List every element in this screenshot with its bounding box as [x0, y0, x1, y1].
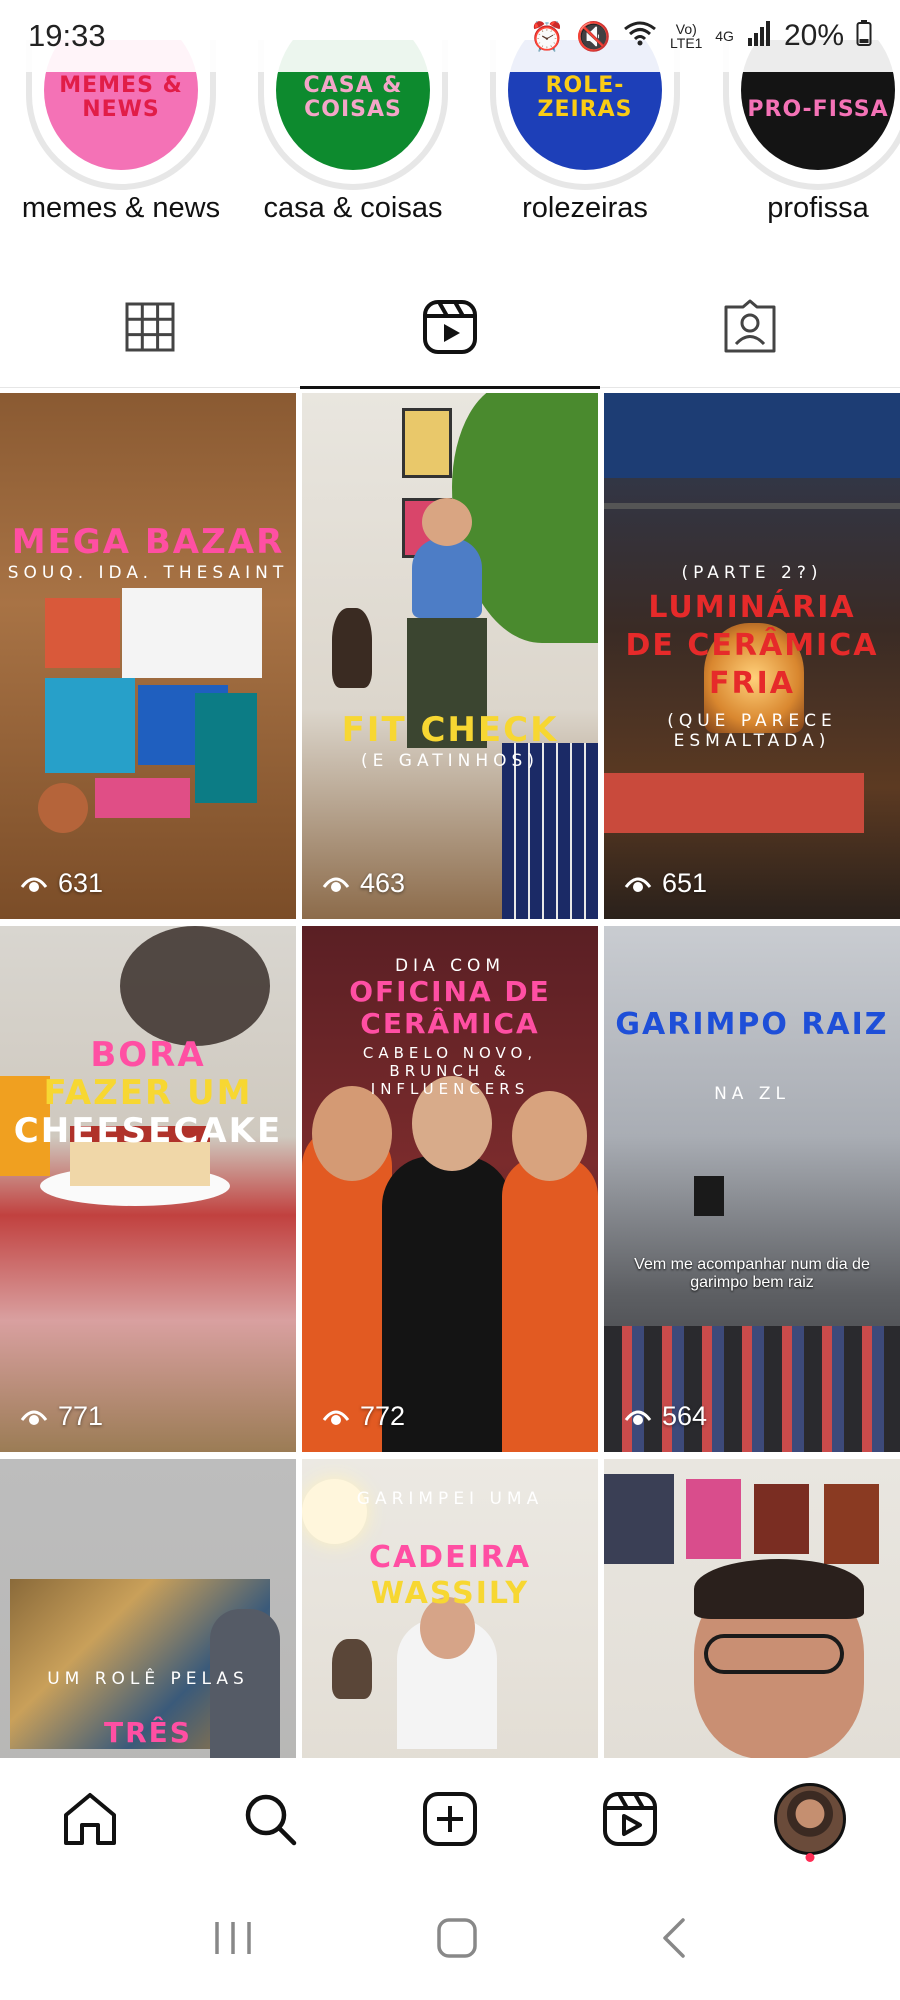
- reel-tile[interactable]: UM ROLÊ PELAS TRÊS PINACOTECAS: [0, 1459, 296, 1758]
- back-button[interactable]: [659, 1916, 689, 1965]
- view-count: 771: [20, 1401, 103, 1432]
- view-count: 631: [20, 868, 103, 899]
- home-button[interactable]: [45, 1774, 135, 1864]
- eye-icon: [20, 1410, 48, 1425]
- search-icon: [245, 1794, 297, 1846]
- mute-icon: 🔇: [576, 20, 612, 52]
- view-count: 463: [322, 868, 405, 899]
- search-button[interactable]: [225, 1774, 315, 1864]
- reel-title: BORA: [90, 1035, 206, 1075]
- reel-title-3: CHEESECAKE: [13, 1111, 283, 1151]
- signal-icon: [746, 20, 772, 53]
- notification-dot: [805, 1853, 815, 1862]
- tab-grid[interactable]: [0, 270, 300, 388]
- reel-tile[interactable]: GARIMPO RAIZ NA ZL Vem me acompanhar num…: [604, 926, 900, 1452]
- reel-title: FIT CHECK: [341, 710, 559, 750]
- highlight-label: profissa: [767, 192, 869, 224]
- reel-subtitle: SOUQ. IDA. THESAINT: [7, 563, 289, 583]
- reel-tile[interactable]: DIA COM OFICINA DE CERÂMICA CABELO NOVO,…: [302, 926, 598, 1452]
- reels-icon: [603, 1792, 657, 1846]
- reel-pretitle: GARIMPEI UMA: [356, 1489, 544, 1509]
- reel-title-2: WASSILY: [370, 1576, 530, 1611]
- tab-reels[interactable]: [300, 270, 600, 389]
- reel-subtitle: (QUE PARECE ESMALTADA): [667, 711, 837, 751]
- reel-tile[interactable]: (PARTE 2?) LUMINÁRIA DE CERÂMICA FRIA (Q…: [604, 393, 900, 919]
- tagged-icon: [722, 299, 778, 360]
- grid-icon: [124, 301, 176, 358]
- eye-icon: [624, 1410, 652, 1425]
- tab-tagged[interactable]: [600, 270, 900, 388]
- highlight-label: memes & news: [21, 192, 221, 224]
- reels-icon: [422, 299, 478, 360]
- reel-tile[interactable]: FIT CHECK (E GATINHOS) 463: [302, 393, 598, 919]
- eye-icon: [322, 877, 350, 892]
- highlight-label: casa & coisas: [263, 192, 443, 224]
- reel-title: LUMINÁRIA DE CERÂMICA FRIA: [625, 590, 879, 701]
- view-count: 564: [624, 1401, 707, 1432]
- status-bar: 19:33 ⏰ 🔇 Vo) LTE1 4G 20%: [0, 0, 900, 72]
- reel-title: MEGA BAZAR: [11, 522, 285, 562]
- reel-subtitle: CABELO NOVO, BRUNCH & INFLUENCERS: [362, 1044, 538, 1098]
- reel-pretitle: (PARTE 2?): [681, 563, 823, 583]
- recent-apps-icon: [214, 1921, 251, 1954]
- lte-indicator: Vo) LTE1: [670, 21, 703, 51]
- reel-pretitle: DIA COM: [394, 956, 506, 976]
- status-time: 19:33: [28, 18, 106, 53]
- bottom-nav: [0, 1758, 900, 1880]
- reel-tile[interactable]: GARIMPEI UMA CADEIRA WASSILY: [302, 1459, 598, 1758]
- eye-icon: [322, 1410, 350, 1425]
- home-icon: [64, 1793, 116, 1845]
- wifi-icon: [623, 19, 657, 54]
- battery-icon: [856, 19, 872, 54]
- reel-title-2: FAZER UM: [43, 1073, 253, 1113]
- reel-subtitle: NA ZL: [714, 1084, 790, 1104]
- reel-tile[interactable]: MEGA BAZAR SOUQ. IDA. THESAINT 631: [0, 393, 296, 919]
- view-count: 651: [624, 868, 707, 899]
- eye-icon: [20, 877, 48, 892]
- reel-subtitle: TRÊS PINACOTECAS: [26, 1716, 267, 1758]
- create-icon: [423, 1792, 477, 1846]
- reel-tile[interactable]: BORA FAZER UM CHEESECAKE 771: [0, 926, 296, 1452]
- reel-title: GARIMPO RAIZ: [615, 1007, 889, 1042]
- reel-caption: Vem me acompanhar num dia de garimpo bem…: [634, 1256, 870, 1291]
- 4g-indicator: 4G: [715, 28, 734, 44]
- view-count: 772: [322, 1401, 405, 1432]
- reel-title: UM ROLÊ PELAS: [47, 1669, 249, 1689]
- battery-percent: 20%: [783, 19, 844, 52]
- avatar: [774, 1783, 846, 1855]
- recent-apps-button[interactable]: [211, 1918, 255, 1963]
- reel-title: OFICINA DE CERÂMICA: [349, 975, 551, 1040]
- highlight-label: rolezeiras: [522, 192, 648, 224]
- reel-tile[interactable]: [604, 1459, 900, 1758]
- profile-button[interactable]: [765, 1774, 855, 1864]
- create-button[interactable]: [405, 1774, 495, 1864]
- reels-grid: MEGA BAZAR SOUQ. IDA. THESAINT 631 FIT C…: [0, 393, 900, 1758]
- back-chevron-icon: [663, 1917, 686, 1958]
- profile-tabs: [0, 270, 900, 389]
- reel-title: CADEIRA: [368, 1540, 532, 1575]
- status-icons: ⏰ 🔇 Vo) LTE1 4G 20%: [530, 19, 872, 54]
- alarm-icon: ⏰: [529, 20, 565, 52]
- reels-nav-button[interactable]: [585, 1774, 675, 1864]
- home-square-icon: [437, 1917, 477, 1958]
- system-nav-bar: [0, 1880, 900, 2000]
- eye-icon: [624, 877, 652, 892]
- home-system-button[interactable]: [436, 1917, 478, 1964]
- reel-subtitle: (E GATINHOS): [361, 751, 539, 771]
